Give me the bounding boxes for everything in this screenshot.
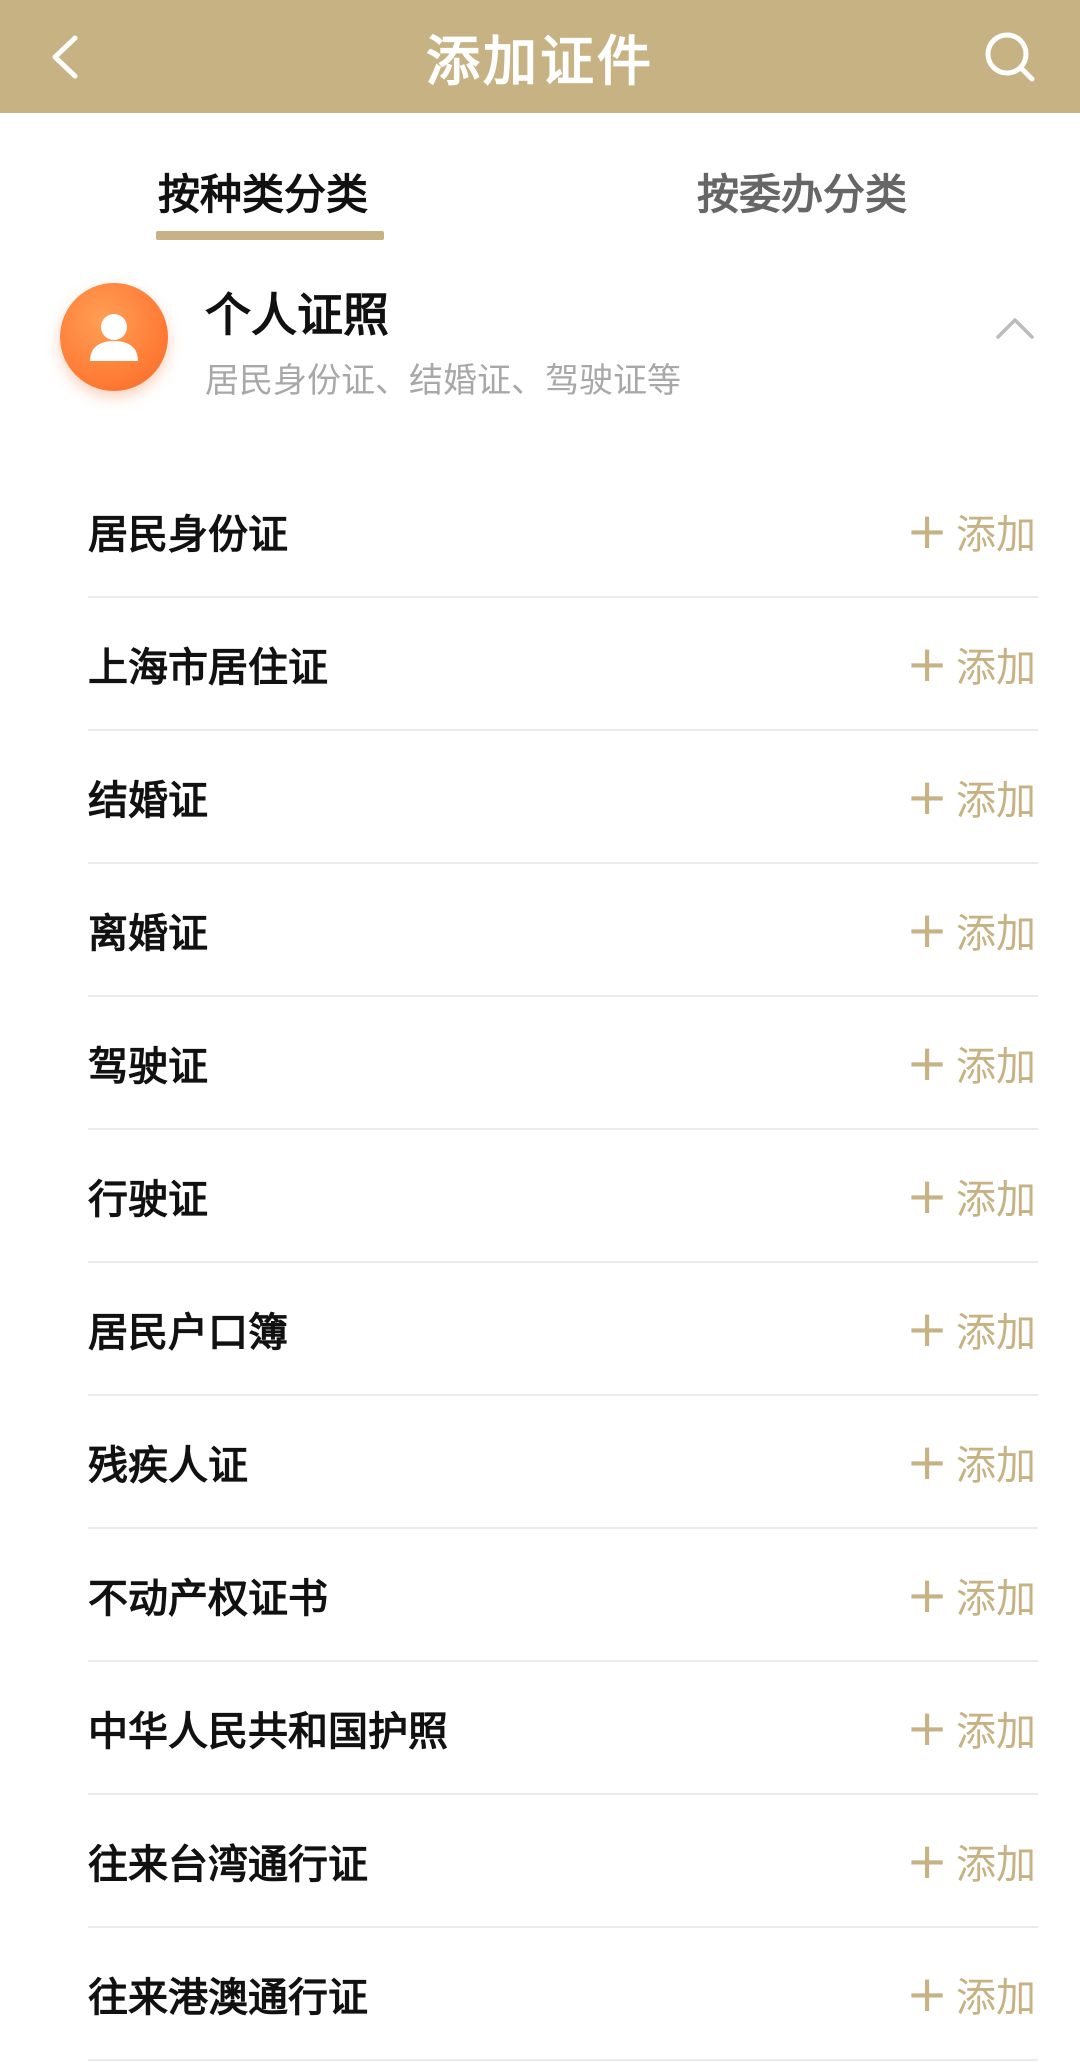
add-button[interactable]: + 添加 (906, 1566, 1038, 1624)
list-item: 往来港澳通行证 + 添加 (88, 1928, 1038, 2061)
certificate-list: 居民身份证 + 添加 上海市居住证 + 添加 结婚证 + 添加 离婚证 + 添加 驾驶证… (88, 465, 1038, 2061)
add-button[interactable]: + 添加 (906, 1300, 1038, 1358)
back-button[interactable] (30, 22, 100, 92)
plus-icon: + (906, 767, 948, 826)
add-label: 添加 (956, 1043, 1036, 1090)
list-item: 居民身份证 + 添加 (88, 465, 1038, 598)
add-label: 添加 (956, 1575, 1036, 1622)
add-label: 添加 (956, 1708, 1036, 1755)
plus-icon: + (906, 900, 948, 959)
category-title: 个人证照 (205, 288, 389, 342)
item-label: 行驶证 (88, 1176, 208, 1223)
add-button[interactable]: + 添加 (906, 635, 1038, 693)
plus-icon: + (906, 1964, 948, 2023)
list-item: 居民户口簿 + 添加 (88, 1263, 1038, 1396)
list-item: 行驶证 + 添加 (88, 1130, 1038, 1263)
item-label: 往来台湾通行证 (88, 1841, 368, 1888)
item-label: 往来港澳通行证 (88, 1974, 368, 2021)
category-header-personal[interactable]: 个人证照 居民身份证、结婚证、驾驶证等 (0, 243, 1080, 443)
top-app-bar: 添加证件 (0, 0, 1080, 113)
add-label: 添加 (956, 777, 1036, 824)
add-button[interactable]: + 添加 (906, 502, 1038, 560)
list-item: 离婚证 + 添加 (88, 864, 1038, 997)
plus-icon: + (906, 1831, 948, 1890)
list-item: 结婚证 + 添加 (88, 731, 1038, 864)
page-title: 添加证件 (426, 30, 654, 93)
add-label: 添加 (956, 1974, 1036, 2021)
add-button[interactable]: + 添加 (906, 1034, 1038, 1092)
list-item: 不动产权证书 + 添加 (88, 1529, 1038, 1662)
plus-icon: + (906, 501, 948, 560)
tab-by-department[interactable]: 按委办分类 (697, 161, 907, 222)
add-button[interactable]: + 添加 (906, 1832, 1038, 1890)
add-button[interactable]: + 添加 (906, 768, 1038, 826)
plus-icon: + (906, 634, 948, 693)
plus-icon: + (906, 1698, 948, 1757)
list-item: 驾驶证 + 添加 (88, 997, 1038, 1130)
list-item: 上海市居住证 + 添加 (88, 598, 1038, 731)
active-tab-indicator (156, 231, 384, 240)
category-avatar (60, 283, 168, 391)
add-button[interactable]: + 添加 (906, 1965, 1038, 2023)
add-label: 添加 (956, 1176, 1036, 1223)
person-icon (90, 314, 138, 361)
plus-icon: + (906, 1033, 948, 1092)
item-label: 结婚证 (88, 777, 208, 824)
plus-icon: + (906, 1565, 948, 1624)
item-label: 离婚证 (88, 910, 208, 957)
search-button[interactable] (970, 22, 1050, 92)
list-item: 残疾人证 + 添加 (88, 1396, 1038, 1529)
add-label: 添加 (956, 910, 1036, 957)
add-button[interactable]: + 添加 (906, 1699, 1038, 1757)
add-button[interactable]: + 添加 (906, 901, 1038, 959)
collapse-button[interactable] (990, 303, 1040, 353)
item-label: 中华人民共和国护照 (88, 1708, 448, 1755)
list-item: 往来台湾通行证 + 添加 (88, 1795, 1038, 1928)
plus-icon: + (906, 1166, 948, 1225)
add-label: 添加 (956, 1442, 1036, 1489)
chevron-left-icon (52, 35, 78, 79)
add-label: 添加 (956, 511, 1036, 558)
item-label: 居民身份证 (88, 511, 288, 558)
add-label: 添加 (956, 644, 1036, 691)
category-tabs: 按种类分类 按委办分类 (0, 113, 1080, 243)
chevron-up-icon (996, 318, 1034, 339)
tab-by-type[interactable]: 按种类分类 (158, 161, 368, 222)
item-label: 居民户口簿 (88, 1309, 288, 1356)
category-subtitle: 居民身份证、结婚证、驾驶证等 (205, 361, 681, 401)
add-button[interactable]: + 添加 (906, 1167, 1038, 1225)
search-icon (985, 32, 1035, 82)
item-label: 上海市居住证 (88, 644, 328, 691)
add-label: 添加 (956, 1841, 1036, 1888)
item-label: 不动产权证书 (88, 1575, 328, 1622)
add-button[interactable]: + 添加 (906, 1433, 1038, 1491)
plus-icon: + (906, 1299, 948, 1358)
list-item: 中华人民共和国护照 + 添加 (88, 1662, 1038, 1795)
item-label: 残疾人证 (88, 1442, 248, 1489)
item-label: 驾驶证 (88, 1043, 208, 1090)
plus-icon: + (906, 1432, 948, 1491)
add-label: 添加 (956, 1309, 1036, 1356)
